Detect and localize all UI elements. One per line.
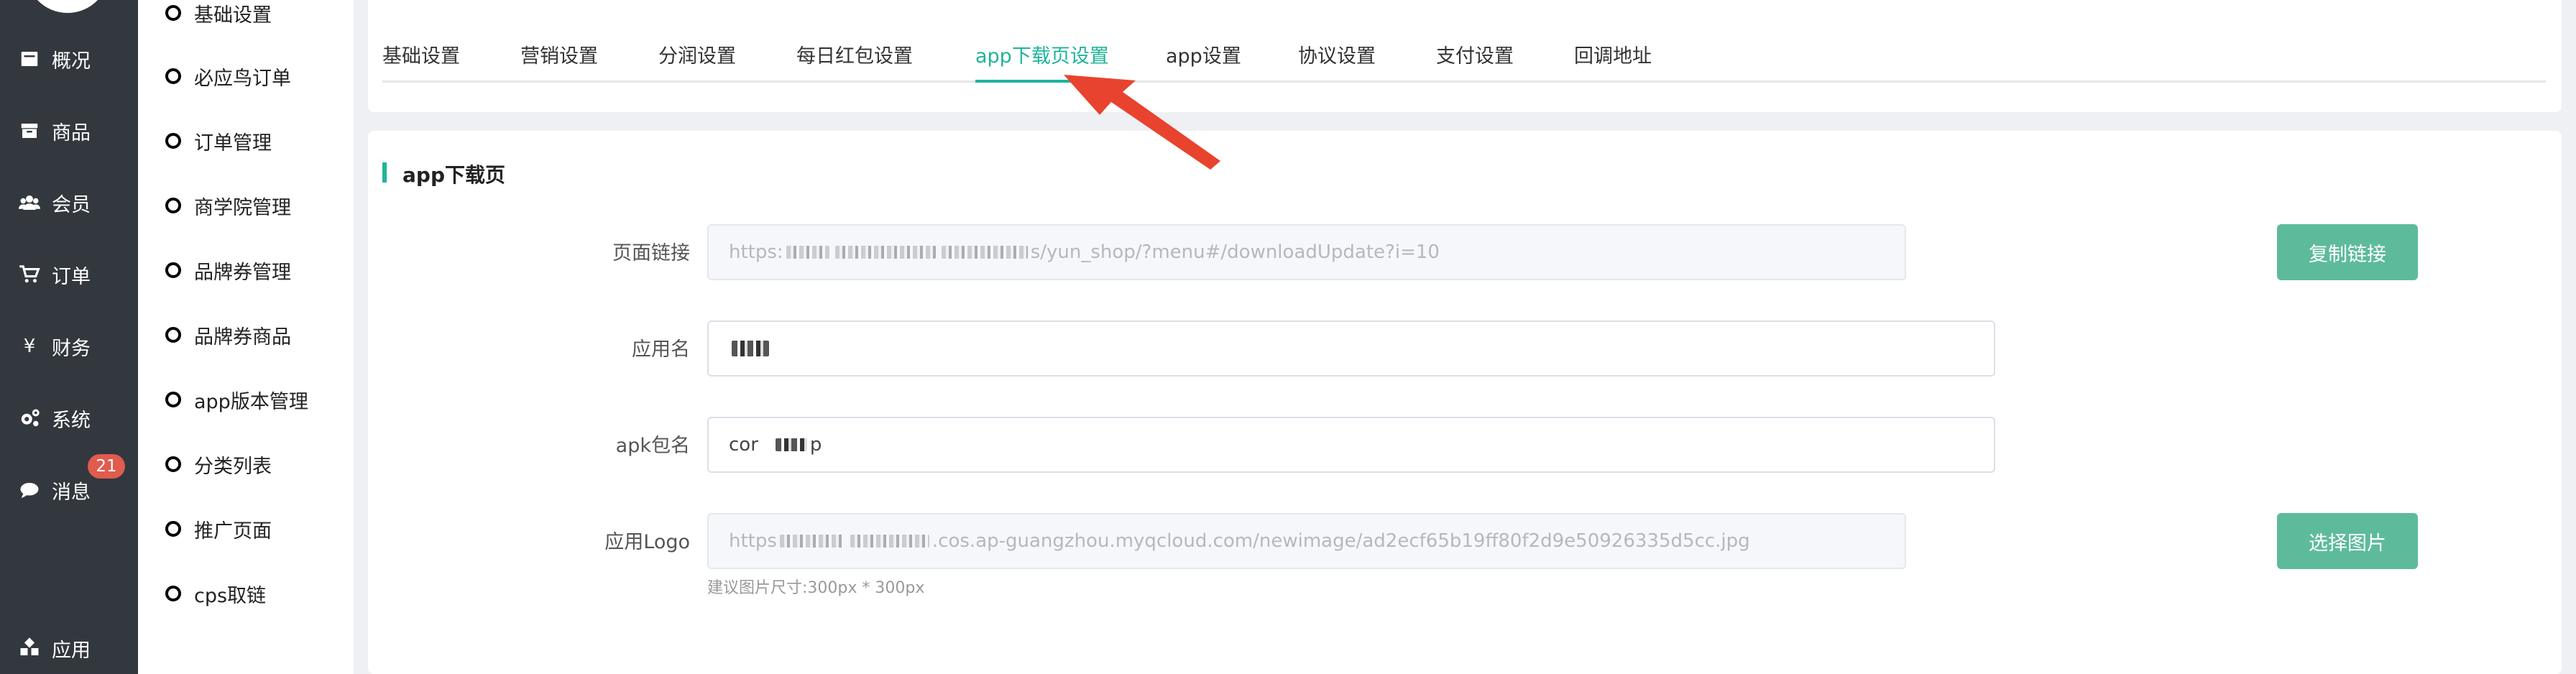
section-title: app下载页 xyxy=(402,163,505,187)
submenu-item-label: cps取链 xyxy=(194,584,267,607)
nav-item-label: 概况 xyxy=(52,50,91,73)
logo-url-suffix: .cos.ap-guangzhou.myqcloud.com/newimage/… xyxy=(932,530,1750,552)
nav-item-label: 系统 xyxy=(52,409,91,432)
app-name-label: 应用名 xyxy=(632,338,690,361)
cart-icon xyxy=(17,262,42,287)
submenu-item-label: 品牌券商品 xyxy=(194,326,291,348)
redacted-text xyxy=(732,341,769,356)
app-name-input[interactable] xyxy=(707,320,1995,377)
submenu-item-academy[interactable]: 商学院管理 xyxy=(165,190,291,221)
page-link-prefix: https: xyxy=(729,241,783,263)
tab-daily-red-packet-settings[interactable]: 每日红包设置 xyxy=(796,40,913,69)
nav-item-label: 应用 xyxy=(52,639,91,662)
tab-payment-settings[interactable]: 支付设置 xyxy=(1436,40,1514,69)
submenu-item-biyingniao-orders[interactable]: 必应鸟订单 xyxy=(165,60,291,92)
page-link-field[interactable]: https: s/yun_shop/?menu#/downloadUpdate?… xyxy=(707,224,1906,280)
submenu-item-label: 基础设置 xyxy=(194,4,272,27)
nav-item-label: 财务 xyxy=(52,337,91,360)
overview-icon xyxy=(17,47,42,71)
app-logo-label: 应用Logo xyxy=(604,531,690,553)
circle-icon xyxy=(165,5,181,21)
circle-icon xyxy=(165,392,181,407)
page-link-label: 页面链接 xyxy=(612,242,690,264)
redacted-text xyxy=(941,246,1028,259)
gears-icon xyxy=(17,406,42,430)
logo-url-prefix: https xyxy=(729,530,777,552)
submenu-item-basic-settings[interactable]: 基础设置 xyxy=(165,0,272,29)
app-logo-url-field[interactable]: https .cos.ap-guangzhou.myqcloud.com/new… xyxy=(707,513,1906,569)
tab-callback-url[interactable]: 回调地址 xyxy=(1574,40,1652,69)
tabs-divider xyxy=(382,80,2546,83)
submenu-item-coupon-management[interactable]: 品牌券管理 xyxy=(165,254,291,286)
redacted-text xyxy=(786,246,829,259)
tab-basic-settings[interactable]: 基础设置 xyxy=(382,40,460,69)
nav-item-overview[interactable]: 概况 xyxy=(0,37,138,80)
redacted-text xyxy=(834,246,936,259)
nav-item-label: 会员 xyxy=(52,193,91,216)
apk-name-label: apk包名 xyxy=(615,435,690,457)
copy-link-button[interactable]: 复制链接 xyxy=(2277,224,2418,280)
nav-item-goods[interactable]: 商品 xyxy=(0,109,138,152)
settings-tabs: 基础设置 营销设置 分润设置 每日红包设置 app下载页设置 app设置 协议设… xyxy=(368,0,2562,112)
members-icon xyxy=(17,190,42,215)
apk-name-input[interactable]: cor p xyxy=(707,417,1995,473)
nav-item-finance[interactable]: ¥ 财务 xyxy=(0,325,138,368)
submenu-item-label: 订单管理 xyxy=(194,131,272,154)
main-nav: 概况 商品 会员 订单 ¥ 财务 系统 消息 21 应用 xyxy=(0,0,138,674)
circle-icon xyxy=(165,133,181,149)
redacted-text xyxy=(850,535,929,548)
nav-item-label: 消息 xyxy=(52,481,91,504)
apps-icon xyxy=(17,636,42,660)
redacted-text xyxy=(775,438,807,451)
choose-image-button[interactable]: 选择图片 xyxy=(2277,513,2418,569)
nav-item-members[interactable]: 会员 xyxy=(0,181,138,224)
submenu-item-label: app版本管理 xyxy=(194,390,308,413)
circle-icon xyxy=(165,456,181,472)
page-link-suffix: s/yun_shop/?menu#/downloadUpdate?i=10 xyxy=(1030,241,1440,263)
nav-item-orders[interactable]: 订单 xyxy=(0,253,138,296)
submenu-item-label: 分类列表 xyxy=(194,455,272,478)
chat-icon xyxy=(17,478,42,502)
tab-profit-share-settings[interactable]: 分润设置 xyxy=(658,40,736,69)
submenu-item-label: 推广页面 xyxy=(194,520,272,543)
goods-icon xyxy=(17,119,42,143)
red-arrow-annotation-icon xyxy=(1064,75,1220,170)
app-download-form: app下载页 页面链接 https: s/yun_shop/?menu#/dow… xyxy=(368,131,2562,674)
circle-icon xyxy=(165,586,181,601)
image-size-hint: 建议图片尺寸:300px * 300px xyxy=(707,579,925,597)
submenu-item-promo-page[interactable]: 推广页面 xyxy=(165,513,272,545)
nav-item-system[interactable]: 系统 xyxy=(0,397,138,440)
apk-name-suffix: p xyxy=(809,434,822,456)
nav-item-label: 商品 xyxy=(52,121,91,144)
nav-item-apps[interactable]: 应用 xyxy=(0,627,138,670)
submenu-item-label: 必应鸟订单 xyxy=(194,67,291,90)
submenu-item-coupon-goods[interactable]: 品牌券商品 xyxy=(165,319,291,351)
circle-icon xyxy=(165,262,181,278)
section-accent-bar xyxy=(382,162,387,183)
submenu-item-cps-link[interactable]: cps取链 xyxy=(165,578,266,609)
apk-name-prefix: cor xyxy=(729,434,758,456)
submenu-item-label: 商学院管理 xyxy=(194,196,291,219)
nav-item-label: 订单 xyxy=(52,265,91,288)
submenu-item-label: 品牌券管理 xyxy=(194,261,291,284)
tab-marketing-settings[interactable]: 营销设置 xyxy=(520,40,598,69)
avatar[interactable] xyxy=(26,0,109,13)
submenu: 基础设置 必应鸟订单 订单管理 商学院管理 品牌券管理 品牌券商品 app版本管… xyxy=(138,0,354,674)
circle-icon xyxy=(165,327,181,343)
submenu-item-order-management[interactable]: 订单管理 xyxy=(165,125,272,157)
yen-icon: ¥ xyxy=(23,336,36,357)
redacted-text xyxy=(779,535,845,548)
message-count-badge: 21 xyxy=(88,454,125,479)
circle-icon xyxy=(165,68,181,84)
submenu-item-category-list[interactable]: 分类列表 xyxy=(165,448,272,480)
tab-agreement-settings[interactable]: 协议设置 xyxy=(1298,40,1376,69)
submenu-item-app-version[interactable]: app版本管理 xyxy=(165,384,308,415)
circle-icon xyxy=(165,198,181,213)
circle-icon xyxy=(165,521,181,537)
